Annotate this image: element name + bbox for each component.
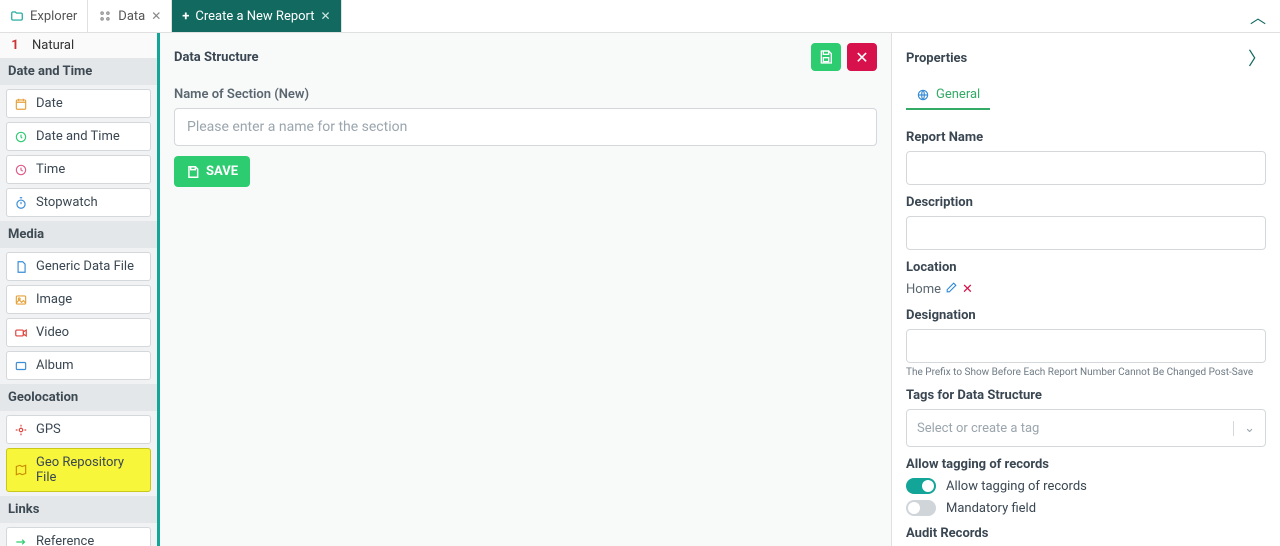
item-datetime[interactable]: Date and Time — [6, 122, 151, 151]
item-image[interactable]: Image — [6, 285, 151, 314]
location-label: Location — [906, 260, 1266, 275]
folder-icon — [10, 9, 24, 23]
close-structure-button[interactable]: ✕ — [847, 43, 877, 71]
category-media: Media — [0, 221, 157, 248]
allow-tagging-head: Allow tagging of records — [906, 457, 1266, 472]
allow-tagging-row-label: Allow tagging of records — [946, 479, 1087, 494]
category-geolocation: Geolocation — [0, 384, 157, 411]
globe-icon — [916, 88, 930, 102]
save-button-label: SAVE — [206, 164, 238, 179]
video-icon — [14, 326, 28, 340]
close-icon[interactable]: ✕ — [151, 9, 161, 23]
plus-icon: + — [182, 9, 189, 24]
description-label: Description — [906, 195, 1266, 210]
save-section-button[interactable]: SAVE — [174, 156, 250, 187]
designation-input[interactable] — [906, 329, 1266, 363]
mandatory-row-label: Mandatory field — [946, 501, 1036, 516]
item-generic-file[interactable]: Generic Data File — [6, 252, 151, 281]
item-gps[interactable]: GPS — [6, 415, 151, 444]
save-structure-button[interactable] — [811, 43, 841, 71]
item-label: Stopwatch — [36, 195, 98, 210]
chevron-down-icon: ⌄ — [1233, 421, 1255, 436]
remove-icon[interactable]: ✕ — [962, 282, 973, 297]
item-geo-repo-file[interactable]: Geo Repository File — [6, 448, 151, 492]
tab-general[interactable]: General — [906, 81, 990, 110]
item-album[interactable]: Album — [6, 351, 151, 380]
designation-hint: The Prefix to Show Before Each Report Nu… — [906, 367, 1266, 378]
close-icon[interactable]: ✕ — [321, 9, 331, 23]
clock-icon — [14, 163, 28, 177]
item-label: Date and Time — [36, 129, 120, 144]
toggle-allow-tagging[interactable] — [906, 478, 936, 494]
edit-icon[interactable] — [945, 281, 958, 298]
designation-label: Designation — [906, 308, 1266, 323]
item-label: Video — [36, 325, 69, 340]
geo-file-icon — [14, 463, 28, 477]
item-label: Album — [36, 358, 74, 373]
item-label: Reference — [36, 534, 94, 546]
section-name-label: Name of Section (New) — [174, 87, 877, 102]
natural-label: Natural — [32, 38, 74, 53]
properties-title: Properties — [906, 51, 967, 66]
report-name-label: Report Name — [906, 130, 1266, 145]
chevron-up-icon[interactable]: ︿ — [1250, 4, 1266, 28]
image-icon — [14, 293, 28, 307]
tab-label: Create a New Report — [195, 9, 314, 24]
tags-select[interactable]: Select or create a tag ⌄ — [906, 409, 1266, 447]
arrow-right-icon — [14, 535, 28, 546]
clock-plus-icon — [14, 130, 28, 144]
item-time[interactable]: Time — [6, 155, 151, 184]
tags-placeholder: Select or create a tag — [917, 421, 1039, 436]
center-panel: Data Structure ✕ Name of Section (New) S… — [160, 33, 892, 546]
chevron-right-icon[interactable]: 〉 — [1248, 45, 1266, 71]
section-name-input[interactable] — [174, 108, 877, 146]
toggle-mandatory-field[interactable] — [906, 500, 936, 516]
item-stopwatch[interactable]: Stopwatch — [6, 188, 151, 217]
tab-label: Data — [118, 9, 145, 24]
report-name-input[interactable] — [906, 151, 1266, 185]
stopwatch-icon — [14, 196, 28, 210]
item-label: Date — [36, 96, 63, 111]
file-icon — [14, 260, 28, 274]
item-date[interactable]: Date — [6, 89, 151, 118]
natural-number: 1 — [8, 38, 22, 53]
tab-label: Explorer — [30, 9, 77, 24]
tags-label: Tags for Data Structure — [906, 388, 1266, 403]
item-label: Generic Data File — [36, 259, 134, 274]
description-input[interactable] — [906, 216, 1266, 250]
tab-general-label: General — [936, 87, 980, 102]
natural-row[interactable]: 1 Natural — [0, 33, 157, 58]
item-label: GPS — [36, 422, 61, 437]
item-label: Geo Repository File — [36, 455, 143, 485]
data-structure-title: Data Structure — [174, 50, 259, 65]
data-icon — [98, 9, 112, 23]
calendar-icon — [14, 97, 28, 111]
audit-records-head: Audit Records — [906, 526, 1266, 541]
item-label: Time — [36, 162, 65, 177]
data-type-sidebar: 1 Natural Date and Time Date Date and Ti… — [0, 33, 160, 546]
properties-panel: Properties 〉 General Report Name Descrip… — [892, 33, 1280, 546]
tab-data[interactable]: Data ✕ — [88, 0, 172, 32]
item-video[interactable]: Video — [6, 318, 151, 347]
gps-icon — [14, 423, 28, 437]
category-date-time: Date and Time — [0, 58, 157, 85]
category-links: Links — [0, 496, 157, 523]
item-reference[interactable]: Reference — [6, 527, 151, 546]
item-label: Image — [36, 292, 72, 307]
tab-create-report[interactable]: + Create a New Report ✕ — [172, 0, 341, 32]
album-icon — [14, 359, 28, 373]
location-value: Home — [906, 282, 941, 297]
tab-explorer[interactable]: Explorer — [0, 0, 88, 32]
